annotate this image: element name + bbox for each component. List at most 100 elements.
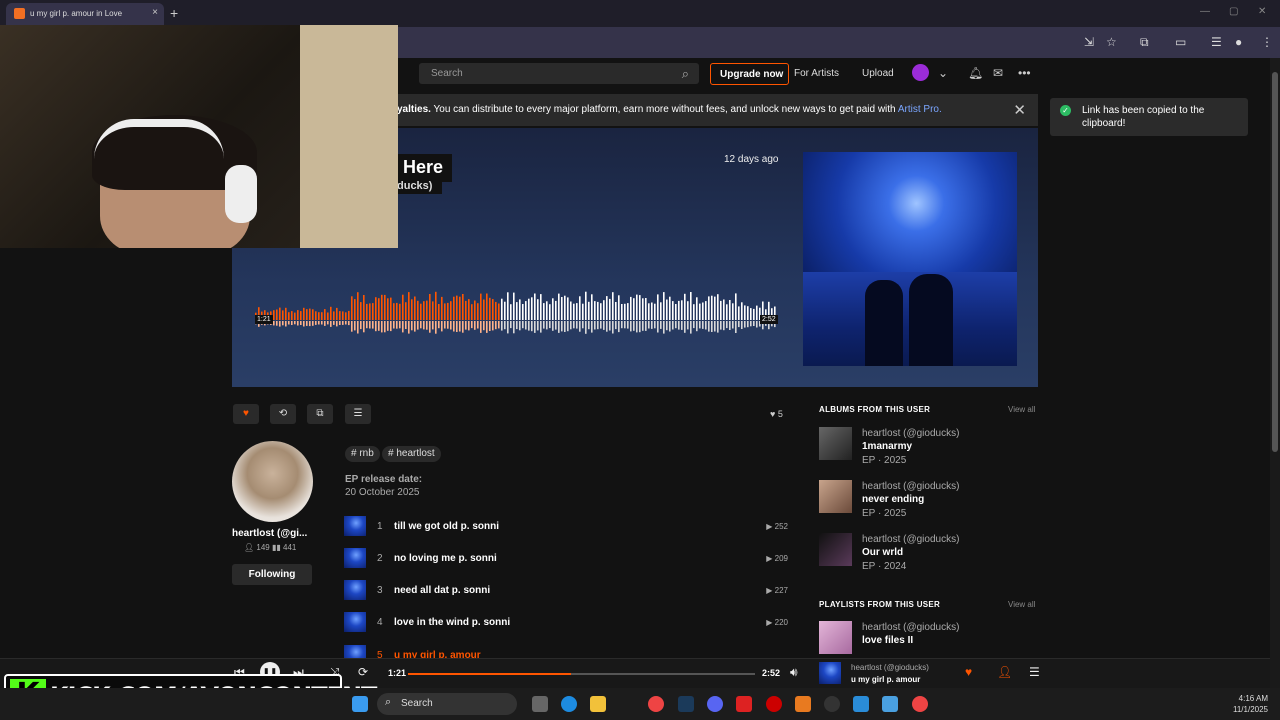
albums-view-all[interactable]: View all bbox=[1008, 405, 1035, 414]
upload-link[interactable]: Upload bbox=[862, 68, 894, 79]
like-button[interactable]: ♥ bbox=[233, 404, 259, 424]
app-icon[interactable] bbox=[795, 696, 811, 712]
install-icon[interactable]: ⇲ bbox=[1084, 35, 1094, 49]
browser-tab[interactable]: u my girl p. amour in Love × bbox=[6, 3, 164, 25]
queue-icon[interactable]: ☰ bbox=[1029, 665, 1040, 679]
chrome-icon[interactable] bbox=[648, 696, 664, 712]
tag-heartlost[interactable]: # heartlost bbox=[382, 446, 441, 462]
close-tab-icon[interactable]: × bbox=[152, 7, 158, 18]
edge-icon[interactable] bbox=[561, 696, 577, 712]
player-user[interactable]: heartlost (@gioducks) bbox=[851, 663, 929, 672]
waveform-reflection bbox=[285, 321, 287, 327]
taskbar-search[interactable]: ⌕ Search bbox=[377, 693, 517, 715]
waveform-bar bbox=[399, 303, 401, 320]
artist-avatar[interactable] bbox=[232, 441, 313, 522]
opera-icon[interactable] bbox=[766, 696, 782, 712]
player-artwork[interactable] bbox=[819, 662, 841, 684]
menu-icon[interactable]: ⋮ bbox=[1261, 35, 1273, 49]
track-title[interactable]: love in the wind p. sonni bbox=[394, 617, 510, 628]
album-item[interactable]: heartlost (@gioducks) Our wrld EP · 2024 bbox=[819, 533, 1039, 575]
playlist-item[interactable]: heartlost (@gioducks) love files II bbox=[819, 621, 1039, 658]
track-row[interactable]: 2 no loving me p. sonni ▶ 209 bbox=[344, 548, 788, 570]
profile-icon[interactable]: ● bbox=[1235, 35, 1242, 49]
more-options-icon[interactable]: ••• bbox=[1018, 66, 1031, 80]
track-title[interactable]: u my girl p. amour bbox=[394, 650, 481, 658]
album-user[interactable]: heartlost (@gioducks) bbox=[862, 534, 959, 545]
chrome-icon[interactable] bbox=[912, 696, 928, 712]
repeat-icon[interactable]: ⟳ bbox=[358, 665, 368, 679]
reading-list-icon[interactable]: ☰ bbox=[1211, 35, 1222, 49]
discord-icon[interactable] bbox=[707, 696, 723, 712]
steam-icon[interactable] bbox=[678, 696, 694, 712]
page-scrollbar[interactable] bbox=[1270, 58, 1280, 688]
playlist-user[interactable]: heartlost (@gioducks) bbox=[862, 622, 959, 633]
tag-rnb[interactable]: # rnb bbox=[345, 446, 380, 462]
playlists-view-all[interactable]: View all bbox=[1008, 600, 1035, 609]
bookmark-star-icon[interactable]: ☆ bbox=[1106, 35, 1117, 49]
task-view-icon[interactable] bbox=[532, 696, 548, 712]
add-to-playlist-button[interactable]: ☰ bbox=[345, 404, 371, 424]
track-title[interactable]: till we got old p. sonni bbox=[394, 521, 499, 532]
waveform-reflection bbox=[414, 321, 416, 332]
following-button[interactable]: Following bbox=[232, 564, 312, 585]
app-icon[interactable] bbox=[736, 696, 752, 712]
scrollbar-thumb[interactable] bbox=[1272, 72, 1278, 452]
tracks-count[interactable]: 441 bbox=[283, 543, 296, 552]
copy-link-button[interactable]: ⧉ bbox=[307, 404, 333, 424]
waveform[interactable] bbox=[255, 276, 777, 346]
minimize-icon[interactable]: — bbox=[1200, 6, 1210, 17]
volume-icon[interactable]: 🔊︎ bbox=[790, 665, 798, 680]
playlist-name[interactable]: love files II bbox=[862, 635, 913, 646]
track-row-playing[interactable]: 5 u my girl p. amour bbox=[344, 645, 788, 658]
track-row[interactable]: 3 need all dat p. sonni ▶ 227 bbox=[344, 580, 788, 602]
search-icon[interactable]: ⌕ bbox=[682, 66, 689, 82]
player-title[interactable]: u my girl p. amour bbox=[851, 675, 920, 684]
album-name[interactable]: never ending bbox=[862, 494, 924, 505]
obs-icon[interactable] bbox=[824, 696, 840, 712]
track-row[interactable]: 1 till we got old p. sonni ▶ 252 bbox=[344, 516, 788, 538]
album-user[interactable]: heartlost (@gioducks) bbox=[862, 481, 959, 492]
follow-icon[interactable]: 👤︎ bbox=[997, 665, 1012, 679]
app-icon[interactable] bbox=[853, 696, 869, 712]
album-item[interactable]: heartlost (@gioducks) never ending EP · … bbox=[819, 480, 1039, 522]
waveform-bar bbox=[309, 308, 311, 320]
album-item[interactable]: heartlost (@gioducks) 1manarmy EP · 2025 bbox=[819, 427, 1039, 469]
waveform-reflection bbox=[372, 321, 374, 329]
window-close-icon[interactable]: ✕ bbox=[1258, 6, 1266, 17]
app-icon[interactable] bbox=[882, 696, 898, 712]
close-banner-icon[interactable]: ✕ bbox=[1013, 101, 1026, 119]
upgrade-button[interactable]: Upgrade now bbox=[710, 63, 789, 85]
notifications-bell-icon[interactable]: 🔔︎ bbox=[968, 66, 983, 80]
waveform-bar bbox=[279, 307, 281, 320]
file-explorer-icon[interactable] bbox=[590, 696, 606, 712]
user-avatar[interactable] bbox=[912, 64, 929, 81]
artist-pro-link[interactable]: Artist Pro. bbox=[898, 104, 942, 115]
album-name[interactable]: Our wrld bbox=[862, 547, 903, 558]
waveform-bar bbox=[333, 311, 335, 320]
sidebar-icon[interactable]: ▭ bbox=[1175, 35, 1186, 49]
followers-count[interactable]: 149 bbox=[256, 543, 269, 552]
messages-icon[interactable]: ✉ bbox=[993, 66, 1003, 80]
waveform-reflection bbox=[462, 321, 464, 333]
search-input[interactable]: Search ⌕ bbox=[419, 63, 699, 84]
extensions-icon[interactable]: ⧉ bbox=[1140, 35, 1149, 50]
track-title[interactable]: need all dat p. sonni bbox=[394, 585, 490, 596]
windows-start-icon[interactable] bbox=[352, 696, 368, 712]
repost-button[interactable]: ⟲ bbox=[270, 404, 296, 424]
waveform-bar bbox=[504, 301, 506, 320]
waveform-reflection bbox=[546, 321, 548, 330]
album-name[interactable]: 1manarmy bbox=[862, 441, 912, 452]
chevron-down-icon[interactable]: ⌄ bbox=[938, 66, 948, 80]
taskbar-clock[interactable]: 4:16 AM 11/1/2025 bbox=[1230, 693, 1268, 715]
player-like-icon[interactable]: ♥ bbox=[965, 665, 972, 679]
for-artists-link[interactable]: For Artists bbox=[794, 68, 839, 79]
waveform-bar bbox=[492, 299, 494, 320]
track-title[interactable]: no loving me p. sonni bbox=[394, 553, 497, 564]
player-progress[interactable] bbox=[408, 673, 755, 675]
track-artist[interactable]: ducks) bbox=[397, 179, 442, 194]
new-tab-button[interactable]: + bbox=[170, 5, 178, 21]
track-row[interactable]: 4 love in the wind p. sonni ▶ 220 bbox=[344, 612, 788, 634]
artist-name[interactable]: heartlost (@gi... bbox=[232, 528, 307, 539]
album-user[interactable]: heartlost (@gioducks) bbox=[862, 428, 959, 439]
maximize-icon[interactable]: ▢ bbox=[1229, 6, 1238, 17]
